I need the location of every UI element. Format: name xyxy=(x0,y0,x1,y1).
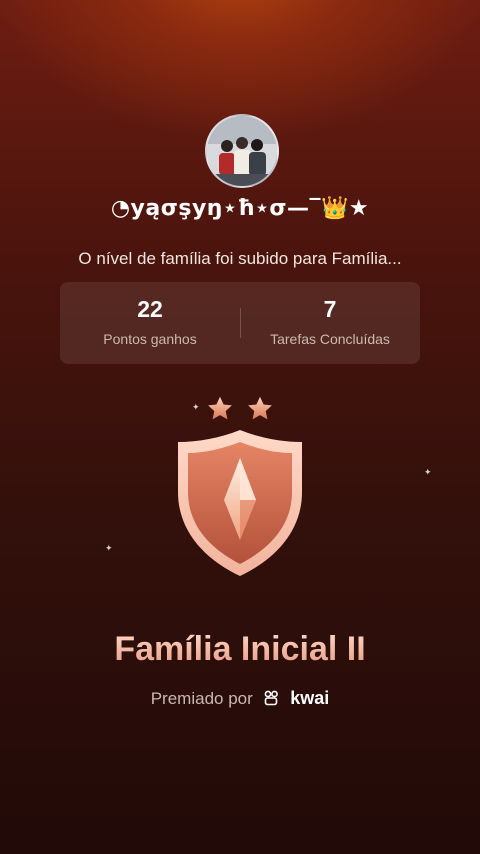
star-icon xyxy=(208,396,232,420)
star-icon xyxy=(248,396,272,420)
sparkle-icon: ✦ xyxy=(192,402,200,412)
sparkle-icon: ✦ xyxy=(105,543,113,553)
sparkle-icon: ✦ xyxy=(424,467,432,477)
awarded-by-label: Premiado por xyxy=(150,689,253,708)
points-value: 22 xyxy=(137,296,163,322)
points-label: Pontos ganhos xyxy=(103,331,197,347)
kwai-logo-icon xyxy=(264,690,278,706)
awarded-by: Premiado por kwai xyxy=(0,688,480,709)
shield-badge-icon xyxy=(178,430,302,576)
level-up-message: O nível de família foi subido para Famíl… xyxy=(78,249,402,268)
tasks-value: 7 xyxy=(323,296,337,322)
stat-tasks: 7 Tarefas Concluídas xyxy=(240,282,420,364)
badge-title: Família Inicial II xyxy=(0,630,480,669)
avatar-photo xyxy=(207,116,277,186)
tasks-label: Tarefas Concluídas xyxy=(270,331,390,347)
stat-points: 22 Pontos ganhos xyxy=(60,282,240,364)
avatar[interactable] xyxy=(205,114,279,188)
stats-panel: 22 Pontos ganhos 7 Tarefas Concluídas xyxy=(60,282,420,364)
username: ◔уąσşуŋ⋆ħ⋆σ—‾👑★ xyxy=(110,196,370,221)
brand-name: kwai xyxy=(290,688,330,708)
